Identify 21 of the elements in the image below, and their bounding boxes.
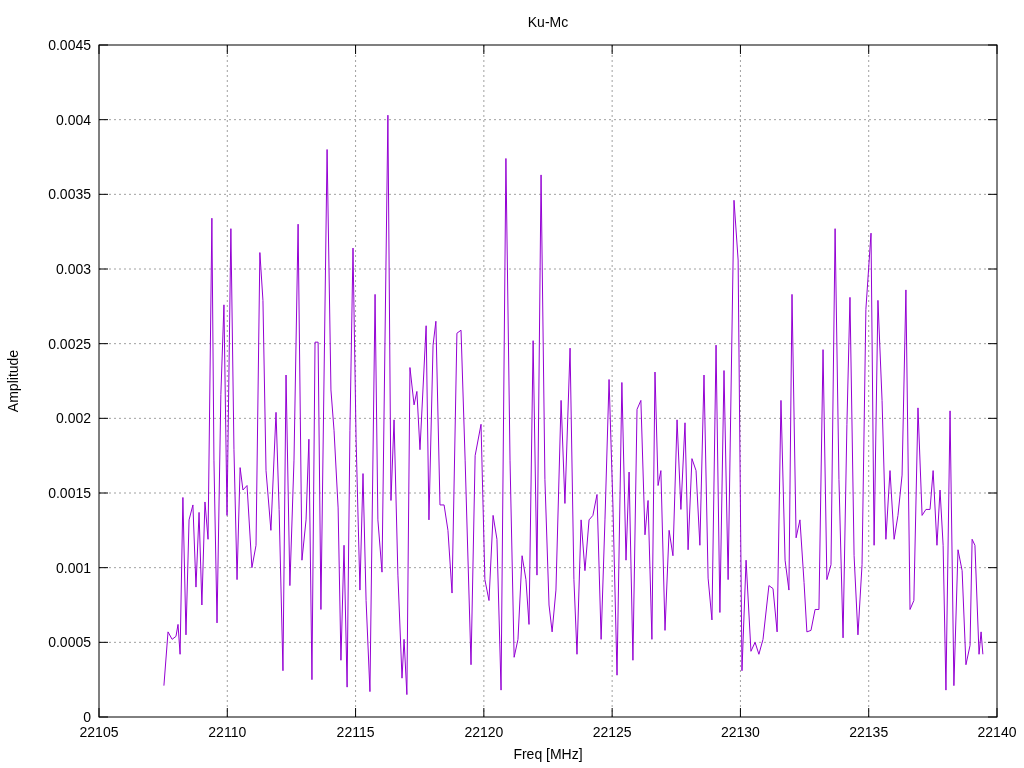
y-tick-label: 0.001: [55, 559, 91, 576]
y-tick-label: 0.003: [55, 261, 91, 277]
x-tick-label: 22135: [849, 724, 889, 740]
y-tick-label: 0.004: [55, 111, 91, 128]
x-tick-label: 22105: [79, 724, 119, 740]
y-tick-label: 0.0015: [48, 485, 91, 501]
x-tick-label: 22110: [208, 724, 247, 740]
x-tick-label: 22140: [977, 724, 1017, 740]
y-axis-label: Amplitude: [5, 349, 21, 413]
x-tick-label: 22120: [464, 724, 504, 740]
x-axis-label: Freq [MHz]: [513, 746, 583, 762]
chart-title: Ku-Mc: [527, 14, 569, 30]
y-tick-label: 0.002: [55, 410, 91, 427]
x-tick-label: 22115: [336, 724, 375, 740]
y-tick-label: 0.0045: [48, 37, 91, 53]
y-tick-label: 0.0035: [48, 186, 91, 203]
y-tick-label: 0: [83, 709, 91, 725]
x-tick-label: 22130: [720, 724, 760, 740]
x-tick-label: 22125: [592, 724, 632, 740]
y-tick-label: 0.0005: [48, 634, 91, 651]
y-tick-label: 0.0025: [48, 335, 91, 352]
